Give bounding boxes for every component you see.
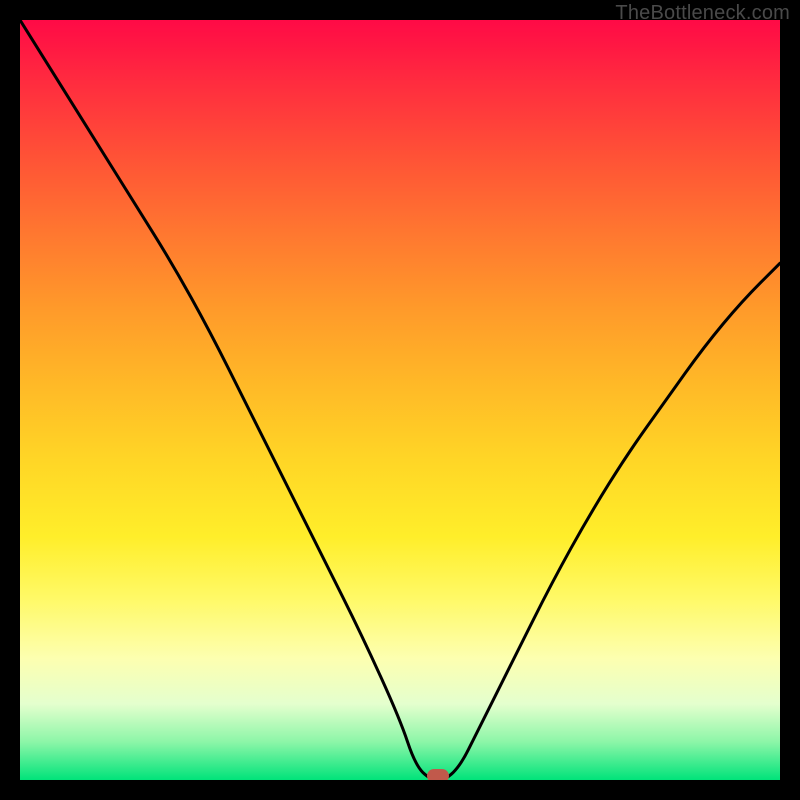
bottleneck-curve bbox=[20, 20, 780, 780]
watermark-text: TheBottleneck.com bbox=[615, 2, 790, 25]
chart-frame: TheBottleneck.com bbox=[0, 0, 800, 800]
optimal-point-marker bbox=[427, 769, 449, 780]
plot-area bbox=[20, 20, 780, 780]
curve-path bbox=[20, 20, 780, 780]
